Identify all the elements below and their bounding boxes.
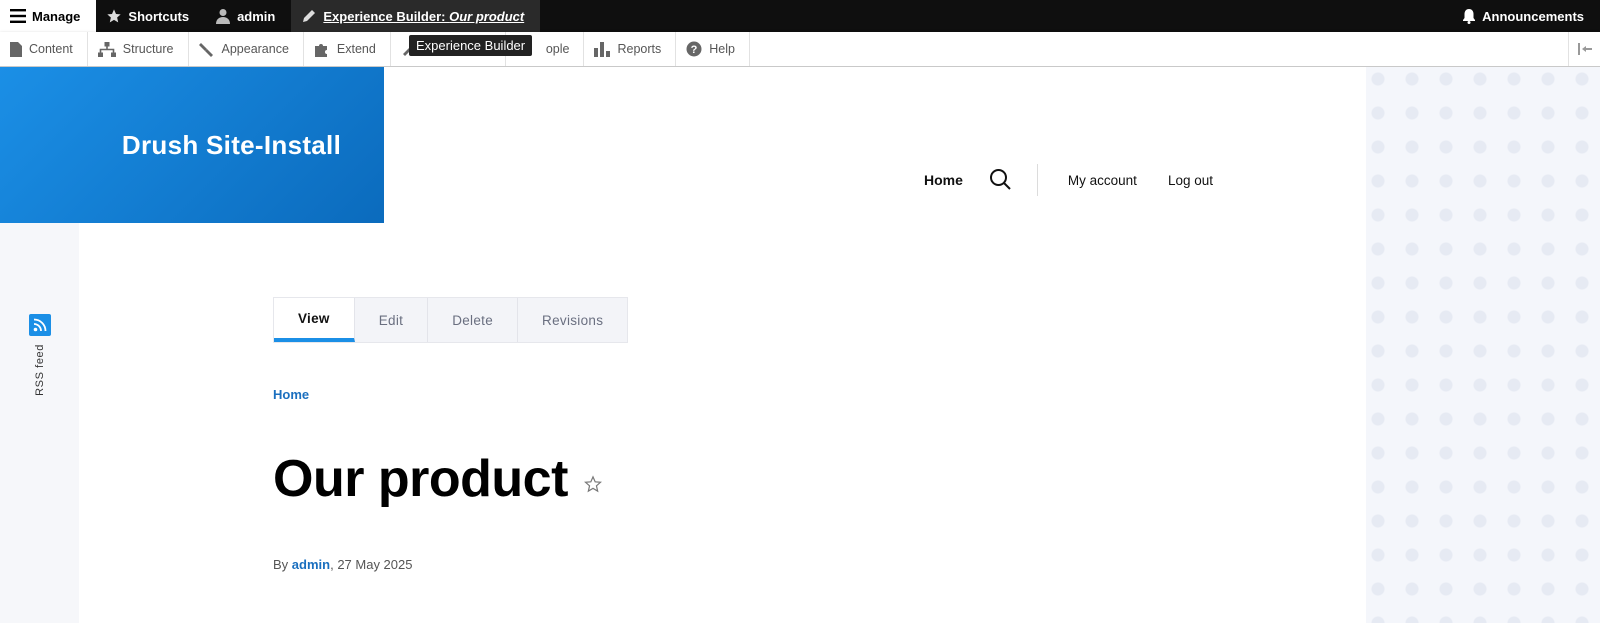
user-label: admin: [237, 8, 276, 24]
shortcuts-button[interactable]: Shortcuts: [96, 0, 205, 32]
bell-icon: [1463, 9, 1476, 24]
xb-prefix: Experience Builder:: [323, 8, 450, 24]
site-name[interactable]: Drush Site-Install: [122, 130, 341, 161]
paintbrush-icon: [198, 43, 213, 57]
nav-home-link[interactable]: Home: [924, 172, 963, 188]
tray-orientation-toggle[interactable]: [1568, 32, 1600, 66]
admin-toolbar: Manage Shortcuts admin Experience Builde…: [0, 0, 1600, 32]
tooltip: Experience Builder: [409, 35, 533, 56]
tray-label: Content: [29, 42, 73, 56]
xb-page: Our product: [449, 8, 525, 24]
help-icon: ?: [686, 41, 702, 57]
tray-label: Reports: [617, 42, 662, 56]
page-title: Our product: [273, 450, 568, 508]
manage-label: Manage: [32, 8, 81, 24]
rss-feed-link[interactable]: RSS feed: [29, 314, 51, 396]
tray-label: ople: [545, 42, 570, 56]
bar-chart-icon: [594, 41, 611, 57]
hamburger-icon: [10, 9, 26, 23]
tray-item-structure[interactable]: Structure: [88, 32, 189, 66]
rss-feed-label: RSS feed: [34, 344, 46, 396]
user-icon: [216, 9, 231, 24]
collapse-icon: [1577, 43, 1592, 55]
meta-date: , 27 May 2025: [330, 557, 413, 572]
announcements-button[interactable]: Announcements: [1452, 0, 1600, 32]
my-account-link[interactable]: My account: [1068, 173, 1137, 188]
tray-item-extend[interactable]: Extend: [304, 32, 391, 66]
tray-item-reports[interactable]: Reports: [584, 32, 677, 66]
rss-icon: [33, 318, 47, 332]
author-link[interactable]: admin: [292, 557, 330, 572]
title-row: Our product: [273, 449, 602, 509]
main-navigation: Home My account Log out: [924, 164, 1244, 196]
user-button[interactable]: admin: [205, 0, 291, 32]
add-shortcut-button[interactable]: [583, 474, 602, 498]
pencil-icon: [303, 10, 316, 22]
node-meta: By admin, 27 May 2025: [273, 557, 412, 572]
svg-text:?: ?: [691, 44, 698, 56]
tray-item-help[interactable]: ? Help: [676, 32, 750, 66]
document-icon: [10, 41, 22, 57]
log-out-link[interactable]: Log out: [1168, 173, 1213, 188]
local-tasks: View Edit Delete Revisions: [273, 297, 629, 343]
tray-label: Extend: [336, 42, 376, 56]
admin-tray: Content Structure Appearance Extend C op…: [0, 32, 1600, 67]
meta-by: By: [273, 557, 292, 572]
search-icon: [989, 168, 1011, 190]
tray-item-content[interactable]: Content: [0, 32, 88, 66]
manage-button[interactable]: Manage: [0, 0, 97, 32]
tab-view[interactable]: View: [274, 298, 355, 342]
search-button[interactable]: [989, 168, 1011, 193]
site-branding: Drush Site-Install: [0, 67, 384, 223]
tab-revisions[interactable]: Revisions: [518, 298, 627, 342]
shortcuts-label: Shortcuts: [128, 8, 190, 24]
page: Drush Site-Install Home My account Log o…: [0, 67, 1600, 623]
experience-builder-link[interactable]: Experience Builder: Our product: [291, 0, 541, 32]
tray-label: Structure: [122, 42, 174, 56]
announcements-label: Announcements: [1482, 8, 1584, 24]
background-pattern: [1366, 67, 1600, 623]
tab-delete[interactable]: Delete: [428, 298, 519, 342]
sitemap-icon: [97, 41, 116, 57]
nav-divider: [1036, 164, 1038, 196]
tab-edit[interactable]: Edit: [355, 298, 429, 342]
star-icon: [107, 9, 122, 23]
puzzle-icon: [314, 44, 327, 57]
tray-item-appearance[interactable]: Appearance: [189, 32, 304, 66]
tray-label: Appearance: [221, 42, 289, 56]
tray-label: Help: [709, 42, 735, 56]
breadcrumb-home[interactable]: Home: [273, 387, 309, 402]
star-outline-icon: [583, 474, 602, 492]
